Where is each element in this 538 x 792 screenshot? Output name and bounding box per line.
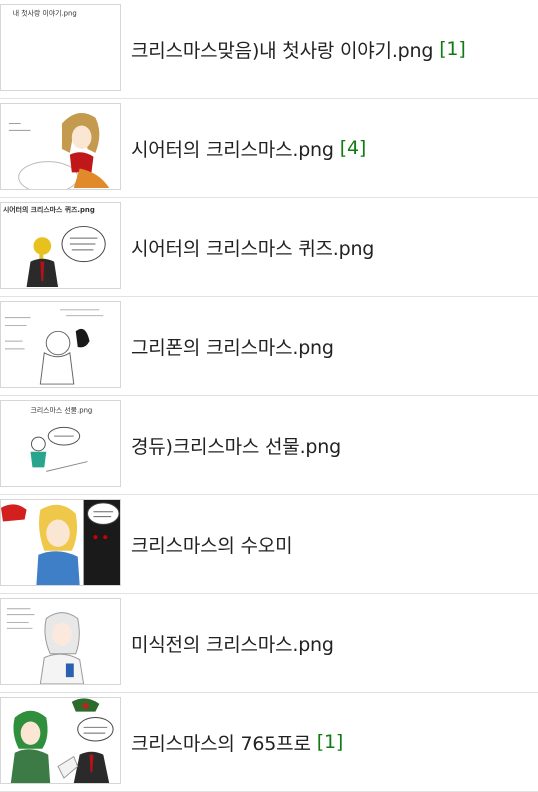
- post-title[interactable]: 미식전의 크리스마스.png: [131, 594, 340, 692]
- comment-count: [1]: [439, 38, 466, 60]
- post-title-text[interactable]: 미식전의 크리스마스.png: [131, 630, 334, 657]
- post-title-text[interactable]: 크리스마스의 765프로: [131, 729, 311, 756]
- list-item[interactable]: 크리스마스 선물.png 경듀)크리스마스 선물.png: [0, 396, 538, 495]
- post-title[interactable]: 경듀)크리스마스 선물.png: [131, 396, 347, 494]
- post-list: 내 첫사랑 이야기.png 크리스마스맞음)내 첫사랑 이야기.png [1] …: [0, 0, 538, 792]
- post-thumbnail[interactable]: [0, 697, 121, 784]
- post-title-text[interactable]: 시어터의 크리스마스 퀴즈.png: [131, 234, 374, 261]
- post-title[interactable]: 시어터의 크리스마스.png [4]: [131, 99, 366, 197]
- comment-count: [4]: [339, 137, 367, 159]
- post-title-text[interactable]: 크리스마스의 수오미: [131, 531, 293, 558]
- post-title[interactable]: 크리스마스의 765프로 [1]: [131, 693, 343, 791]
- post-title[interactable]: 시어터의 크리스마스 퀴즈.png: [131, 198, 380, 296]
- svg-text:크리스마스 선물.png: 크리스마스 선물.png: [31, 406, 93, 415]
- list-item[interactable]: 크리스마스의 765프로 [1]: [0, 693, 538, 792]
- post-title-text[interactable]: 그리폰의 크리스마스.png: [131, 333, 334, 360]
- post-title-text[interactable]: 시어터의 크리스마스.png: [131, 135, 334, 162]
- list-item[interactable]: 미식전의 크리스마스.png: [0, 594, 538, 693]
- post-thumbnail[interactable]: [0, 598, 121, 685]
- list-item[interactable]: 내 첫사랑 이야기.png 크리스마스맞음)내 첫사랑 이야기.png [1]: [0, 0, 538, 99]
- post-thumbnail[interactable]: [0, 103, 121, 190]
- post-title[interactable]: 크리스마스의 수오미: [131, 495, 298, 593]
- comment-count: [1]: [316, 731, 344, 753]
- post-thumbnail[interactable]: [0, 499, 121, 586]
- post-title-text[interactable]: 크리스마스맞음)내 첫사랑 이야기.png: [131, 36, 433, 63]
- list-item[interactable]: 크리스마스의 수오미: [0, 495, 538, 594]
- post-title-text[interactable]: 경듀)크리스마스 선물.png: [131, 432, 341, 459]
- post-thumbnail[interactable]: [0, 301, 121, 388]
- list-item[interactable]: 그리폰의 크리스마스.png: [0, 297, 538, 396]
- post-title[interactable]: 크리스마스맞음)내 첫사랑 이야기.png [1]: [131, 0, 466, 98]
- post-title[interactable]: 그리폰의 크리스마스.png: [131, 297, 340, 395]
- list-item[interactable]: 시어터의 크리스마스.png [4]: [0, 99, 538, 198]
- post-thumbnail[interactable]: 내 첫사랑 이야기.png: [0, 4, 121, 91]
- post-thumbnail[interactable]: 크리스마스 선물.png: [0, 400, 121, 487]
- svg-text:시어터의 크리스마스 퀴즈.png: 시어터의 크리스마스 퀴즈.png: [3, 205, 95, 214]
- svg-text:내 첫사랑 이야기.png: 내 첫사랑 이야기.png: [13, 9, 77, 18]
- post-thumbnail[interactable]: 시어터의 크리스마스 퀴즈.png: [0, 202, 121, 289]
- list-item[interactable]: 시어터의 크리스마스 퀴즈.png 시어터의 크리스마스 퀴즈.png: [0, 198, 538, 297]
